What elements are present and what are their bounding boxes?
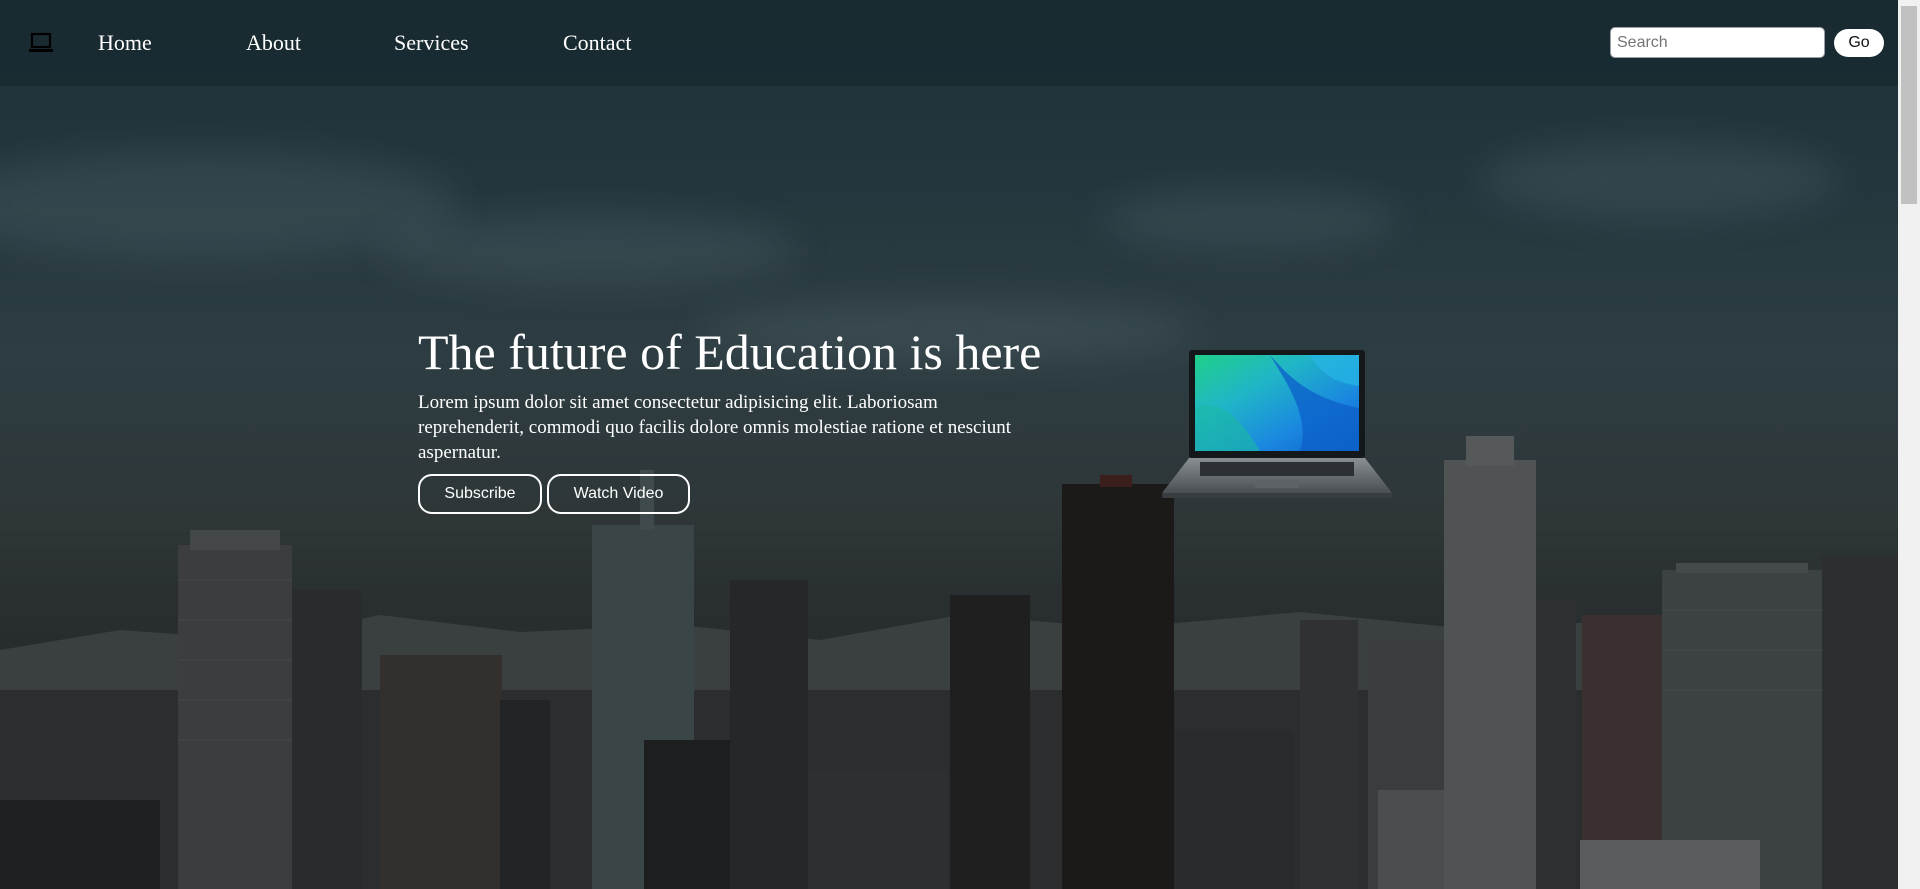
laptop-icon[interactable] bbox=[28, 32, 54, 54]
vertical-scrollbar[interactable] bbox=[1898, 0, 1920, 889]
nav-link-home[interactable]: Home bbox=[98, 30, 152, 56]
go-button[interactable]: Go bbox=[1834, 29, 1884, 57]
nav-link-about[interactable]: About bbox=[246, 30, 301, 56]
subscribe-button[interactable]: Subscribe bbox=[418, 474, 542, 514]
watch-video-button[interactable]: Watch Video bbox=[547, 474, 690, 514]
navbar: Home About Services Contact Go bbox=[0, 0, 1898, 86]
page: Home About Services Contact Go The futur… bbox=[0, 0, 1920, 889]
nav-link-services[interactable]: Services bbox=[394, 30, 469, 56]
nav-link-contact[interactable]: Contact bbox=[563, 30, 631, 56]
hero-title: The future of Education is here bbox=[418, 324, 1042, 380]
search-input[interactable] bbox=[1610, 27, 1825, 58]
hero-description: Lorem ipsum dolor sit amet consectetur a… bbox=[418, 392, 1012, 463]
scrollbar-thumb[interactable] bbox=[1901, 6, 1917, 204]
laptop-image bbox=[1162, 350, 1392, 498]
